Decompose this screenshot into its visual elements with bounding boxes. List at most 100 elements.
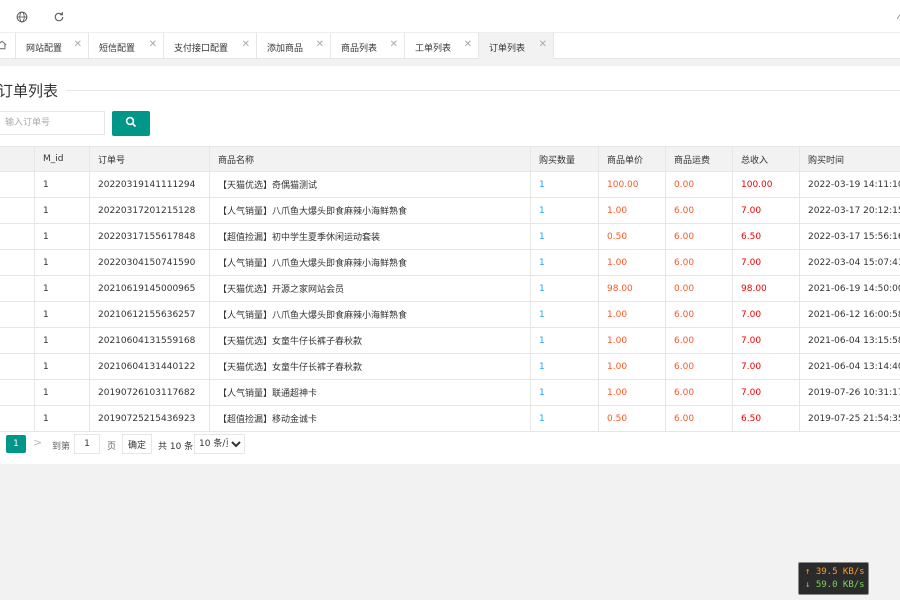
cell-order-no: 20220319141111294 [89, 172, 209, 197]
cell-qty: 1 [530, 198, 598, 223]
cell-shipping: 6.00 [665, 380, 732, 405]
cell-mid: 1 [34, 224, 89, 249]
cell-product: 【天猫优选】开源之家网站会员 [209, 276, 530, 301]
goto-confirm-button[interactable]: 确定 [122, 434, 152, 454]
search-button[interactable] [112, 111, 150, 136]
tab-label: 支付接口配置 [174, 44, 229, 54]
close-icon[interactable]: ✕ [74, 40, 82, 50]
download-speed: ↓ 59.0 KB/s [805, 580, 865, 590]
table-header: M_id 订单号 商品名称 购买数量 商品单价 商品运费 总收入 购买时间 [0, 146, 900, 172]
table-row[interactable]: 1 20210604131559168 【天猫优选】女童牛仔长裤子春秋款 1 1.00 6… [0, 328, 900, 354]
cell-lead [0, 250, 34, 275]
cell-income: 7.00 [732, 250, 799, 275]
top-bar: ⁄ [0, 0, 900, 33]
home-tab[interactable] [0, 33, 16, 59]
page-current[interactable]: 1 [6, 435, 26, 453]
tab-label: 工单列表 [415, 44, 452, 54]
cell-price: 1.00 [598, 302, 665, 327]
cell-mid: 1 [34, 406, 89, 431]
cell-lead [0, 302, 34, 327]
divider [66, 90, 900, 91]
tab-ticket-list[interactable]: 工单列表 ✕ [405, 33, 479, 59]
globe-icon[interactable] [14, 9, 30, 25]
cell-qty: 1 [530, 276, 598, 301]
cell-time: 2022-03-17 15:56:16 [799, 224, 900, 249]
cell-shipping: 6.00 [665, 198, 732, 223]
cell-time: 2021-06-12 16:00:58 [799, 302, 900, 327]
cell-mid: 1 [34, 302, 89, 327]
cell-product: 【天猫优选】女童牛仔长裤子春秋款 [209, 328, 530, 353]
table-row[interactable]: 1 20210604131440122 【天猫优选】女童牛仔长裤子春秋款 1 1.00 6… [0, 354, 900, 380]
cell-product: 【天猫优选】女童牛仔长裤子春秋款 [209, 354, 530, 379]
cell-income: 6.50 [732, 224, 799, 249]
header-cell[interactable]: 商品运费 [665, 147, 732, 171]
cell-shipping: 6.00 [665, 328, 732, 353]
cell-order-no: 20210604131440122 [89, 354, 209, 379]
cell-product: 【天猫优选】奇偶猫测试 [209, 172, 530, 197]
tab-sms-config[interactable]: 短信配置 ✕ [89, 33, 164, 59]
close-icon[interactable]: ✕ [539, 40, 547, 50]
cell-lead [0, 224, 34, 249]
cell-price: 0.50 [598, 406, 665, 431]
cell-shipping: 0.00 [665, 172, 732, 197]
cell-product: 【人气销量】八爪鱼大爆头即食麻辣小海鲜熟食 [209, 250, 530, 275]
goto-page-input[interactable] [74, 434, 100, 454]
tab-label: 网站配置 [26, 44, 63, 54]
cell-time: 2019-07-26 10:31:17 [799, 380, 900, 405]
table-row[interactable]: 1 20190726103117682 【人气销量】联通超神卡 1 1.00 6.00 7.… [0, 380, 900, 406]
cell-order-no: 20220317155617848 [89, 224, 209, 249]
tab-label: 订单列表 [489, 44, 526, 54]
cell-order-no: 20190726103117682 [89, 380, 209, 405]
header-cell[interactable]: 商品名称 [209, 147, 530, 171]
header-cell[interactable]: 商品单价 [598, 147, 665, 171]
header-cell[interactable]: M_id [34, 147, 89, 171]
table-row[interactable]: 1 20220319141111294 【天猫优选】奇偶猫测试 1 100.00 0.00… [0, 172, 900, 198]
cell-qty: 1 [530, 302, 598, 327]
cell-shipping: 6.00 [665, 224, 732, 249]
search-icon [125, 116, 137, 131]
close-icon[interactable]: ✕ [316, 40, 324, 50]
header-cell[interactable]: 总收入 [732, 147, 799, 171]
cell-lead [0, 328, 34, 353]
header-cell[interactable]: 购买时间 [799, 147, 900, 171]
tab-site-config[interactable]: 网站配置 ✕ [16, 33, 89, 59]
tab-product-list[interactable]: 商品列表 ✕ [331, 33, 405, 59]
network-speed-widget: ↑ 39.5 KB/s ↓ 59.0 KB/s [798, 562, 869, 595]
table-row[interactable]: 1 20220304150741590 【人气销量】八爪鱼大爆头即食麻辣小海鲜熟食 1… [0, 250, 900, 276]
cell-product: 【人气销量】八爪鱼大爆头即食麻辣小海鲜熟食 [209, 302, 530, 327]
tab-payment-config[interactable]: 支付接口配置 ✕ [164, 33, 257, 59]
close-icon[interactable]: ✕ [464, 40, 472, 50]
cell-qty: 1 [530, 380, 598, 405]
page-unit-label: 页 [107, 442, 117, 452]
chevron-right-icon[interactable]: > [33, 436, 42, 449]
cell-lead [0, 198, 34, 223]
cell-mid: 1 [34, 198, 89, 223]
page-size-select[interactable]: 10 条/页 [194, 434, 245, 454]
close-icon[interactable]: ✕ [390, 40, 398, 50]
table-row[interactable]: 1 20220317155617848 【超值捡漏】初中学生夏季休闲运动套装 1 0.5… [0, 224, 900, 250]
header-cell[interactable]: 订单号 [89, 147, 209, 171]
cell-lead [0, 276, 34, 301]
table-row[interactable]: 1 20220317201215128 【人气销量】八爪鱼大爆头即食麻辣小海鲜熟食 1… [0, 198, 900, 224]
order-search-input[interactable] [0, 111, 105, 135]
cell-time: 2022-03-19 14:11:10 [799, 172, 900, 197]
tab-add-product[interactable]: 添加商品 ✕ [257, 33, 331, 59]
refresh-icon[interactable] [51, 9, 67, 25]
main-content: 订单列表 M_id 订单号 商品名称 购买数量 商品单价 商品运费 总收入 购买… [0, 66, 900, 464]
cell-income: 7.00 [732, 328, 799, 353]
cell-income: 7.00 [732, 198, 799, 223]
pagination: 1 > 到第 页 确定 共 10 条 10 条/页 [0, 431, 900, 457]
close-icon[interactable]: ✕ [149, 40, 157, 50]
cell-qty: 1 [530, 172, 598, 197]
table-row[interactable]: 1 20210612155636257 【人气销量】八爪鱼大爆头即食麻辣小海鲜熟食 1… [0, 302, 900, 328]
cell-product: 【人气销量】联通超神卡 [209, 380, 530, 405]
table-row[interactable]: 1 20210619145000965 【天猫优选】开源之家网站会员 1 98.00 0.… [0, 276, 900, 302]
close-icon[interactable]: ✕ [242, 40, 250, 50]
cell-shipping: 6.00 [665, 406, 732, 431]
cell-shipping: 6.00 [665, 302, 732, 327]
header-cell[interactable]: 购买数量 [530, 147, 598, 171]
cell-order-no: 20210612155636257 [89, 302, 209, 327]
tab-order-list[interactable]: 订单列表 ✕ [479, 33, 554, 59]
table-row[interactable]: 1 20190725215436923 【超值捡漏】移动金诚卡 1 0.50 6.00 6.… [0, 406, 900, 432]
cell-mid: 1 [34, 250, 89, 275]
